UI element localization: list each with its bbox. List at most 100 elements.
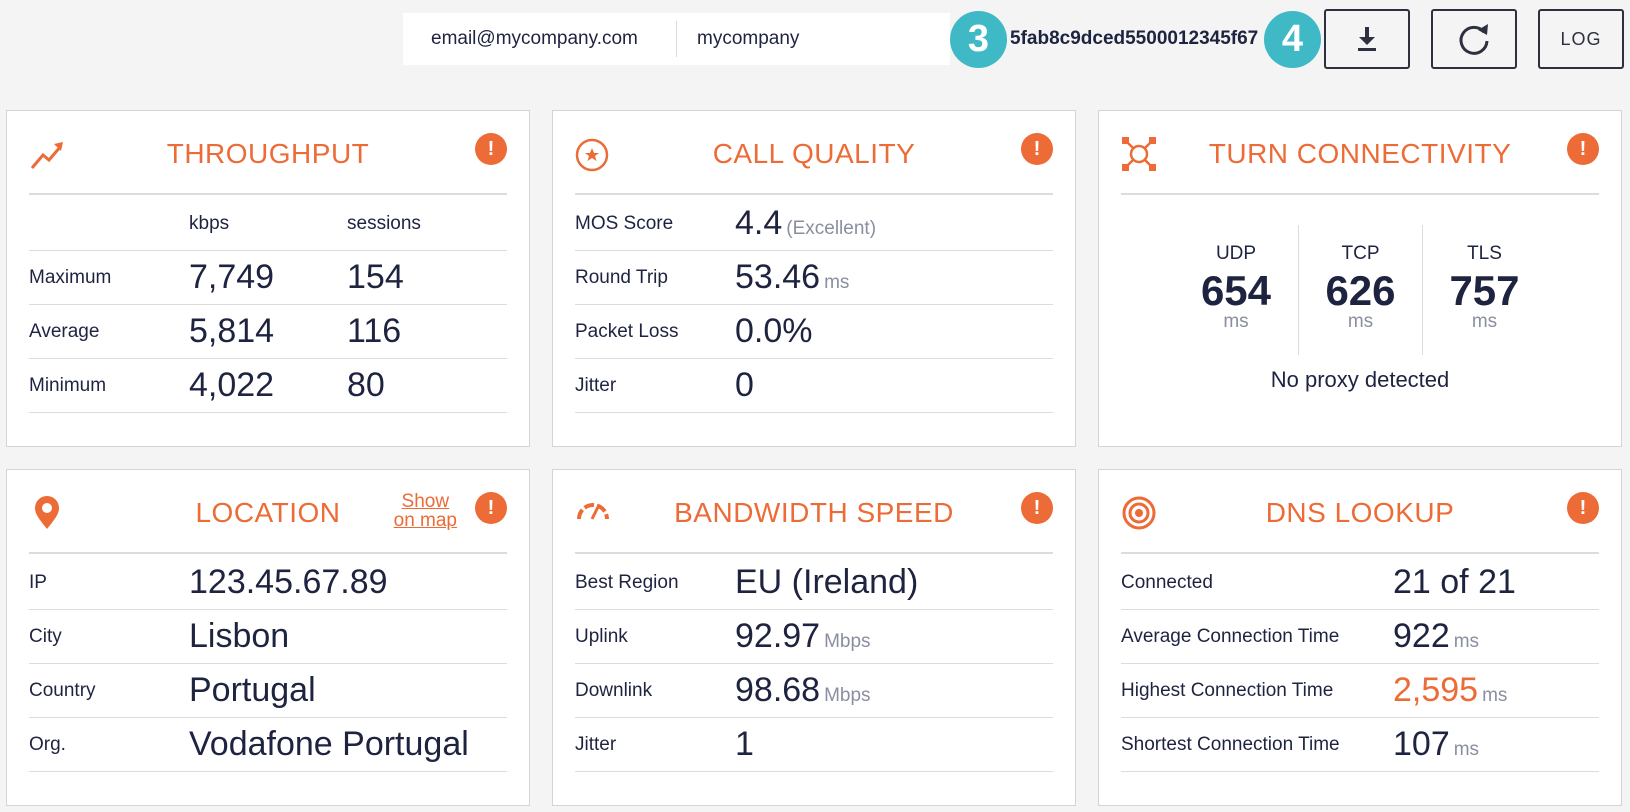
table-row: Maximum 7,749 154 [29, 251, 507, 305]
row-label: Downlink [575, 679, 653, 701]
card-header: THROUGHPUT ! [29, 111, 507, 195]
alert-icon[interactable]: ! [1567, 133, 1599, 165]
account-identity: email@mycompany.com mycompany [403, 13, 950, 65]
dns-lookup-card: DNS LOOKUP ! Connected 21 of 21 Average … [1098, 469, 1622, 806]
protocol-value: 626 [1325, 267, 1396, 314]
kbps-value: 7,749 [189, 258, 275, 296]
row-unit: ms [1453, 631, 1480, 652]
table-row: City Lisbon [29, 610, 507, 664]
card-title: BANDWIDTH SPEED [674, 497, 954, 528]
turn-tcp: TCP 626 ms [1298, 225, 1422, 355]
refresh-button[interactable] [1431, 9, 1517, 69]
row-label: Round Trip [575, 266, 668, 288]
row-value: Vodafone Portugal [189, 725, 469, 763]
row-label: Jitter [575, 733, 617, 755]
download-button[interactable] [1324, 9, 1410, 69]
account-company: mycompany [697, 28, 800, 49]
alert-icon[interactable]: ! [1567, 492, 1599, 524]
refresh-icon [1459, 24, 1489, 55]
turn-tls: TLS 757 ms [1422, 225, 1546, 355]
alert-icon[interactable]: ! [475, 492, 507, 524]
table-row: Average 5,814 116 [29, 305, 507, 359]
row-unit: ms [824, 272, 850, 293]
turn-protocol-grid: UDP 654 ms TCP 626 ms TLS 757 ms [1121, 225, 1599, 355]
row-label: Shortest Connection Time [1121, 733, 1340, 755]
card-header: TURN CONNECTIVITY ! [1121, 111, 1599, 195]
row-value: 0 [735, 366, 754, 404]
protocol-name: TCP [1341, 243, 1380, 264]
row-value: 92.97 Mbps [735, 617, 871, 655]
row-label: Best Region [575, 571, 679, 593]
row-unit: ms [1482, 685, 1508, 706]
row-value: 1 [735, 725, 754, 763]
protocol-unit: ms [1471, 311, 1498, 332]
row-unit: ms [1453, 739, 1480, 760]
protocol-name: UDP [1215, 243, 1257, 264]
row-value: 4.4 (Excellent) [735, 204, 877, 242]
table-row: Country Portugal [29, 664, 507, 718]
alert-icon[interactable]: ! [475, 133, 507, 165]
row-label: Org. [29, 733, 66, 755]
location-card: LOCATION Show on map ! IP 123.45.67.89 C… [6, 469, 530, 806]
row-value: 922 ms [1393, 617, 1480, 655]
row-label: Highest Connection Time [1121, 679, 1334, 701]
row-value: 2,595 ms [1393, 671, 1507, 710]
row-unit: (Excellent) [786, 218, 877, 239]
card-header: BANDWIDTH SPEED ! [575, 470, 1053, 554]
row-label: City [29, 625, 62, 647]
table-row: Average Connection Time 922 ms [1121, 610, 1599, 664]
table-row: MOS Score 4.4 (Excellent) [575, 197, 1053, 251]
turn-connectivity-card: TURN CONNECTIVITY ! UDP 654 ms TCP 626 m… [1098, 110, 1622, 447]
row-label: Packet Loss [575, 320, 679, 342]
table-row: Uplink 92.97 Mbps [575, 610, 1053, 664]
show-on-map-link[interactable]: Show on map [394, 492, 457, 530]
row-label: Connected [1121, 571, 1213, 593]
table-row: Minimum 4,022 80 [29, 359, 507, 413]
row-label: Jitter [575, 374, 617, 396]
table-row: Connected 21 of 21 [1121, 556, 1599, 610]
table-row: Jitter 0 [575, 359, 1053, 413]
card-header: DNS LOOKUP ! [1121, 470, 1599, 554]
bandwidth-speed-card: BANDWIDTH SPEED ! Best Region EU (Irelan… [552, 469, 1076, 806]
table-row: Org. Vodafone Portugal [29, 718, 507, 772]
row-label: Average [29, 320, 100, 342]
alert-icon[interactable]: ! [1021, 133, 1053, 165]
alert-icon[interactable]: ! [1021, 492, 1053, 524]
download-icon [1358, 27, 1376, 51]
table-row: Downlink 98.68 Mbps [575, 664, 1053, 718]
row-value: 123.45.67.89 [189, 563, 388, 601]
throughput-card: THROUGHPUT ! kbps sessions Maximum 7,749… [6, 110, 530, 447]
protocol-name: TLS [1467, 243, 1502, 264]
protocol-value: 757 [1449, 267, 1520, 314]
card-title: DNS LOOKUP [1265, 497, 1455, 528]
protocol-unit: ms [1223, 311, 1249, 332]
log-button[interactable]: LOG [1538, 9, 1624, 69]
row-unit: Mbps [824, 685, 871, 706]
row-value: Portugal [189, 671, 316, 709]
protocol-value: 654 [1200, 267, 1272, 314]
kbps-value: 5,814 [189, 312, 275, 350]
table-row: Highest Connection Time 2,595 ms [1121, 664, 1599, 718]
session-id: 5fab8c9dced5500012345f67 [1010, 28, 1259, 49]
highlight-value: 2,595 [1393, 671, 1479, 709]
col-sessions: sessions [347, 212, 421, 234]
sessions-value: 154 [347, 258, 404, 296]
row-value: Lisbon [189, 617, 290, 655]
table-row: Best Region EU (Ireland) [575, 556, 1053, 610]
card-title: CALL QUALITY [712, 138, 916, 169]
call-quality-card: CALL QUALITY ! MOS Score 4.4 (Excellent) … [552, 110, 1076, 447]
step-badge-3: 3 [950, 11, 1007, 68]
row-value: EU (Ireland) [735, 563, 919, 601]
row-value: 0.0% [735, 312, 813, 350]
row-label: Minimum [29, 374, 107, 396]
row-label: Country [29, 679, 96, 701]
row-label: MOS Score [575, 212, 674, 234]
turn-udp: UDP 654 ms [1174, 225, 1298, 355]
sessions-value: 116 [347, 312, 402, 350]
col-kbps: kbps [189, 212, 230, 234]
row-label: Average Connection Time [1121, 625, 1340, 647]
kbps-value: 4,022 [189, 366, 275, 404]
step-badge-4: 4 [1264, 11, 1321, 68]
table-row: Shortest Connection Time 107 ms [1121, 718, 1599, 772]
row-value: 53.46 ms [735, 258, 850, 296]
